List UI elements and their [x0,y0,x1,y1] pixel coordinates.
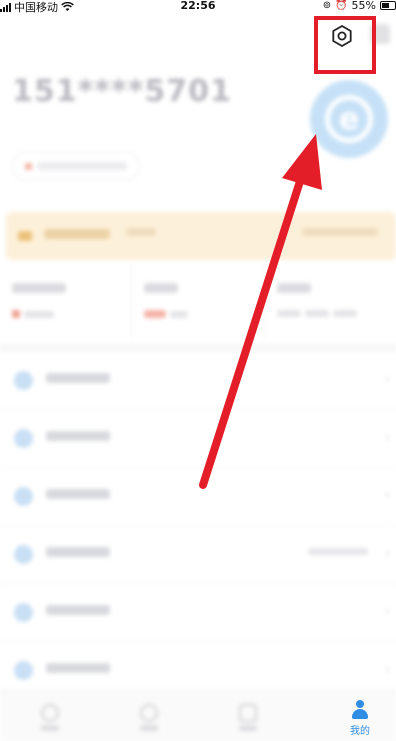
vip-banner-subtitle [126,228,156,239]
menu-item-label [46,372,110,386]
chevron-right-icon: › [385,662,390,676]
summary-cards [0,262,396,338]
menu-item-label [46,662,110,676]
menu-list: › › › › › › [0,352,396,700]
avatar-logo-icon: e [325,95,373,143]
menu-item-label [46,430,110,444]
tag-icon [25,162,32,170]
annotation-highlight-box [314,16,376,74]
chevron-right-icon: › [385,430,390,444]
list-item[interactable]: › [0,526,396,584]
tab-home[interactable] [0,691,99,741]
menu-item-icon [14,661,33,680]
orders-icon [238,704,257,722]
menu-item-icon [14,429,33,448]
rotation-lock-icon: ⊚ [322,0,332,11]
menu-item-extra [308,548,368,558]
profile-phone-number: 151****5701 [12,74,232,109]
status-right: ⊚ ⏰ 55% [323,0,396,12]
avatar[interactable]: e [310,80,388,158]
vip-banner-title [44,228,110,242]
menu-item-icon [14,487,33,506]
list-item[interactable]: › [0,410,396,468]
summary-card[interactable] [0,262,133,338]
battery-percent: 55% [351,0,376,12]
list-item[interactable]: › [0,468,396,526]
summary-card[interactable] [265,262,396,338]
crown-icon [18,231,32,241]
home-icon [40,704,59,722]
tab-discover[interactable] [99,691,198,741]
blurred-profile-page: 151****5701 e › › › › › › [0,0,396,741]
section-divider [0,344,396,352]
vip-banner-action [302,228,378,239]
chevron-right-icon: › [385,488,390,502]
summary-card[interactable] [132,262,265,338]
tab-mine[interactable]: 我的 [335,692,385,738]
tab-orders[interactable] [198,691,297,741]
menu-item-icon [14,545,33,564]
profile-tag-pill[interactable] [12,152,140,180]
tab-mine-label: 我的 [350,726,370,737]
chevron-right-icon: › [385,604,390,618]
menu-item-label [46,488,110,502]
status-bar: 中国移动 22:56 ⊚ ⏰ 55% [0,0,396,14]
menu-item-icon [14,603,33,622]
battery-icon [380,1,396,10]
discover-icon [139,704,158,722]
alarm-icon: ⏰ [335,0,348,11]
list-item[interactable]: › [0,584,396,642]
list-item[interactable]: › [0,352,396,410]
menu-item-label [46,546,110,560]
menu-item-icon [14,371,33,390]
menu-item-label [46,604,110,618]
chevron-right-icon: › [385,546,390,560]
vip-banner[interactable] [6,212,396,260]
chevron-right-icon: › [385,372,390,386]
user-icon [351,700,369,720]
